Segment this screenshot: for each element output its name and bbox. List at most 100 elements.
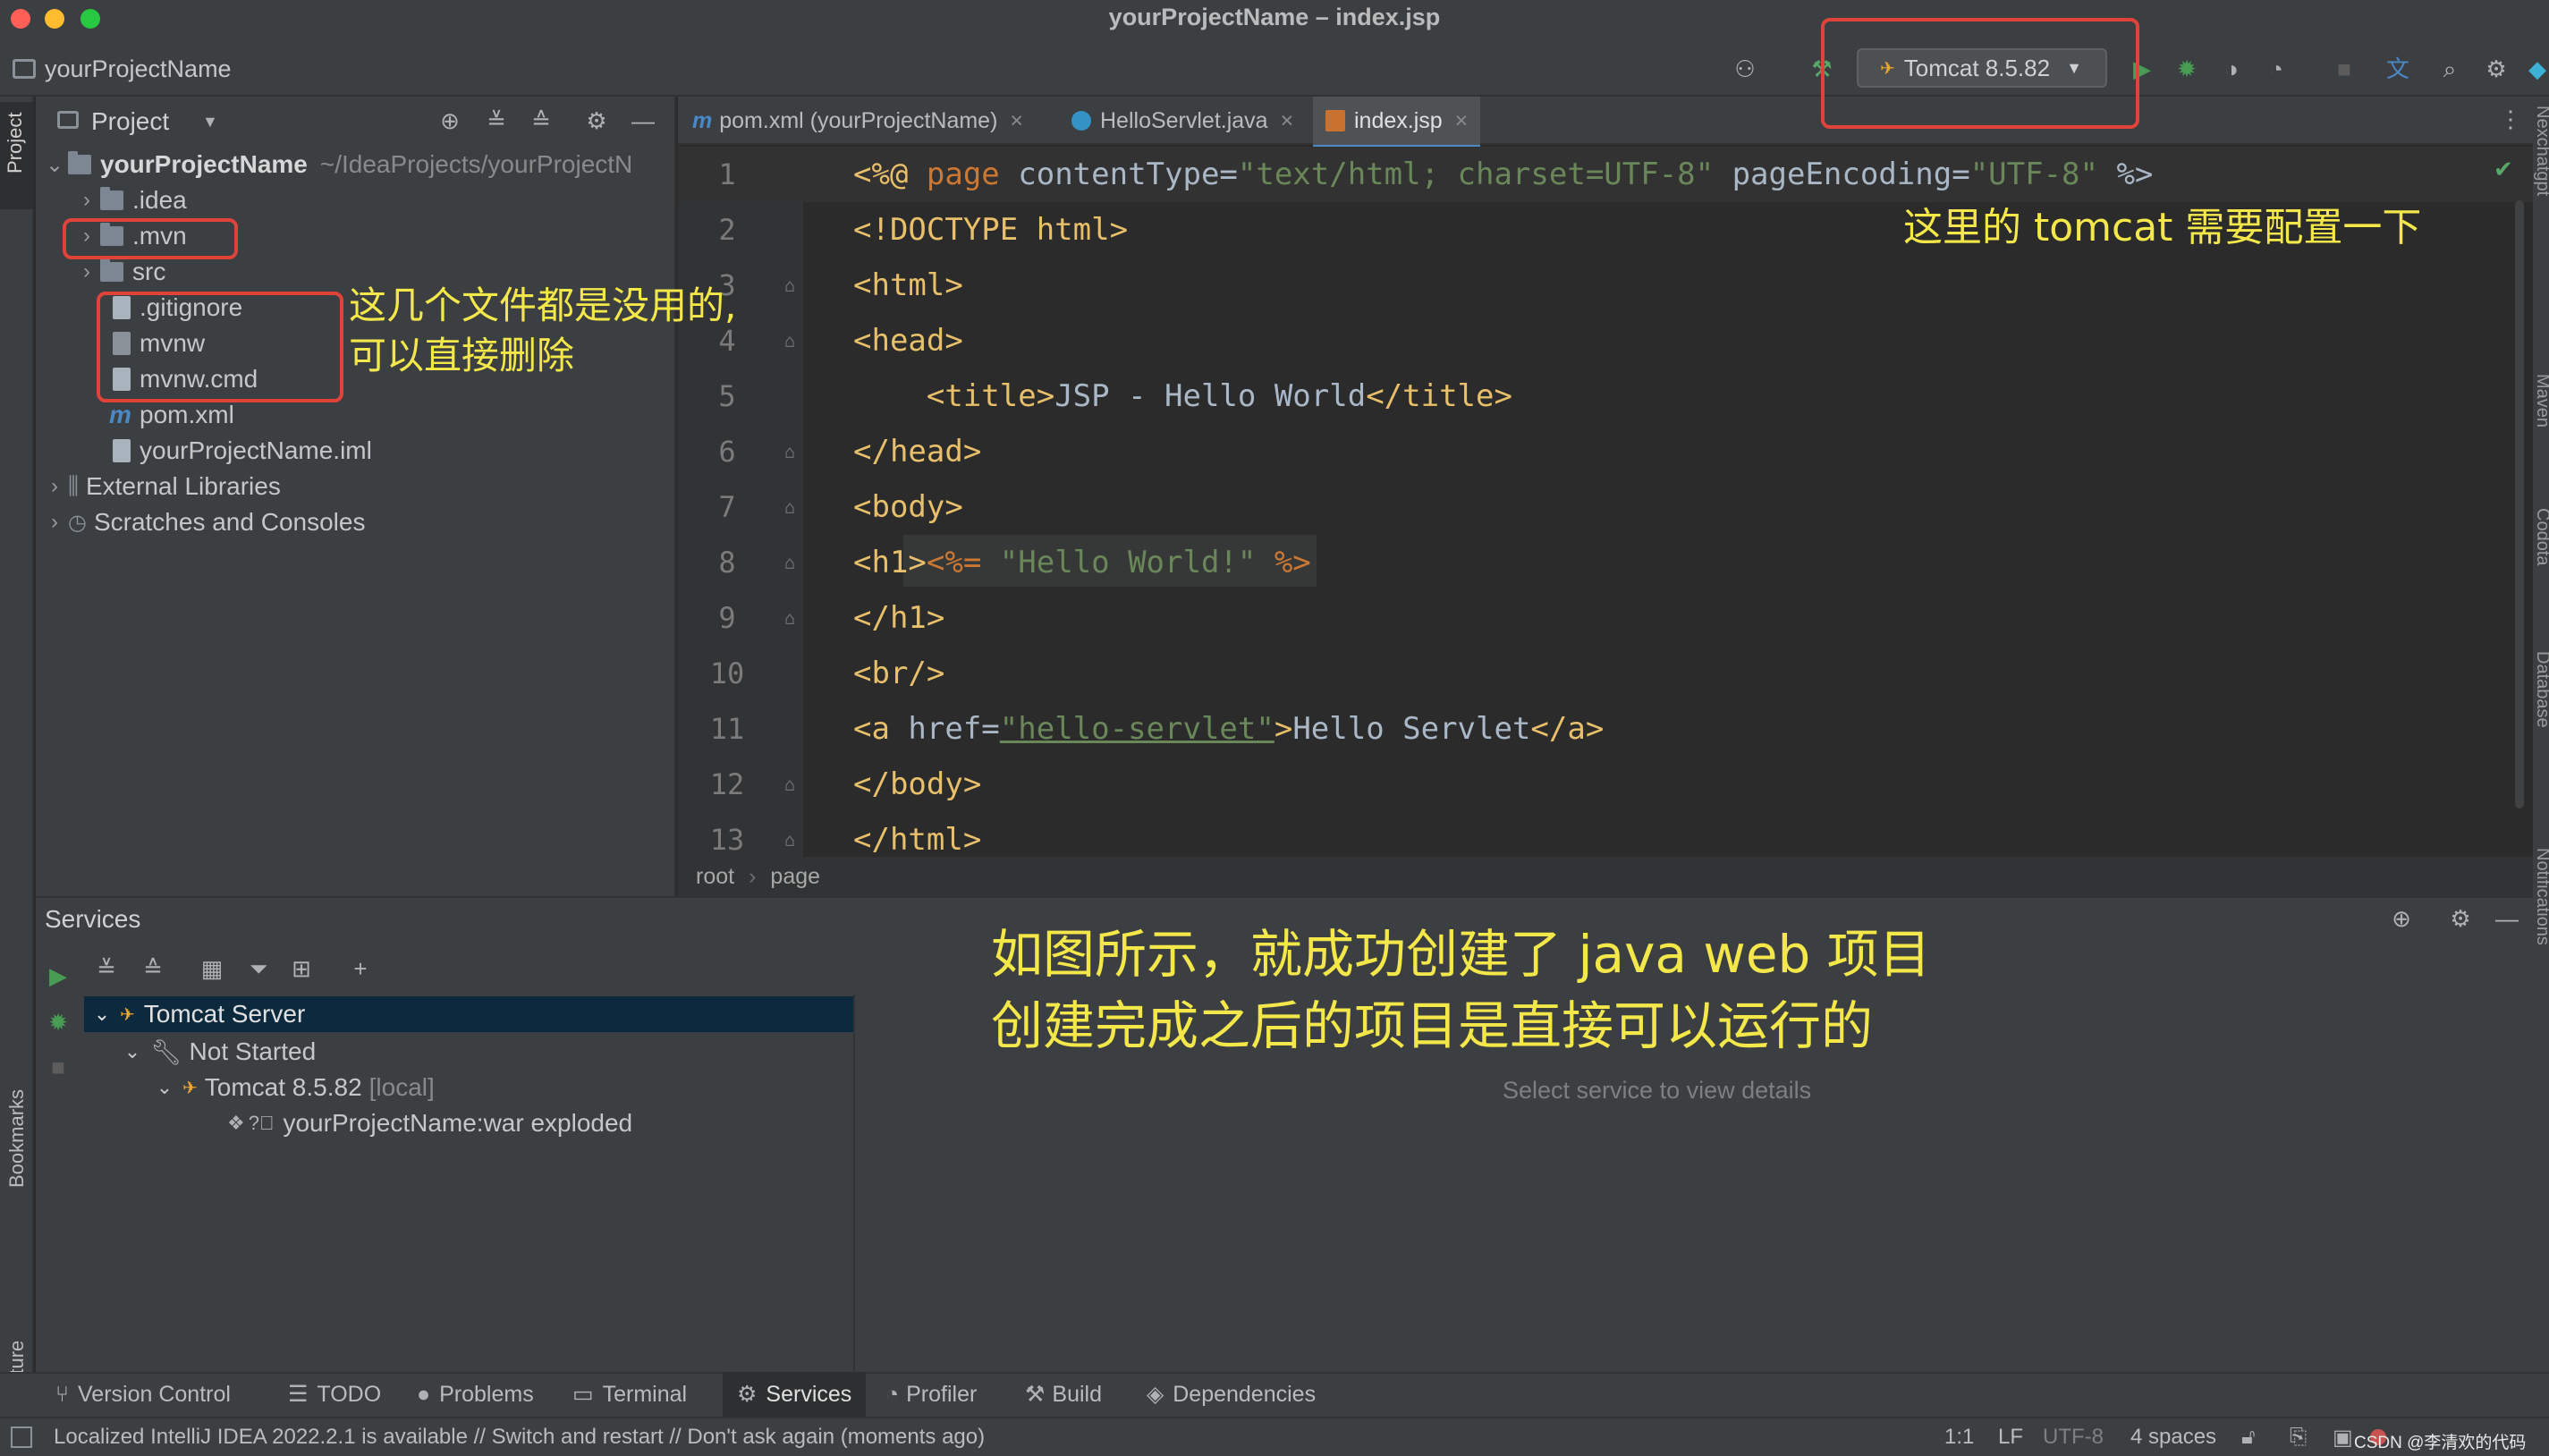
fold-marker-icon[interactable]: ⌂ (776, 829, 803, 851)
tree-item-src[interactable]: › src (73, 254, 165, 290)
hide-panel-icon[interactable]: — (630, 107, 656, 134)
code-line[interactable]: 13 ⌂ </html> (678, 812, 2511, 857)
services-settings-icon[interactable]: ⚙ (2447, 905, 2474, 932)
code-editor[interactable]: 1 <%@ page contentType="text/html; charse… (678, 147, 2533, 857)
code-line[interactable]: 3 ⌂ <html> (678, 258, 2511, 313)
bookmarks-tool-tab[interactable]: Bookmarks (5, 1089, 29, 1188)
group-by-icon[interactable]: ▦ (199, 955, 225, 982)
plugin-icon[interactable]: ◆ (2524, 55, 2549, 82)
line-number[interactable]: 5 (678, 379, 776, 413)
expand-all-icon[interactable]: ≚ (483, 107, 510, 134)
tab-build[interactable]: ⚒ Build (1025, 1372, 1102, 1417)
code-line[interactable]: 6 ⌂ </head> (678, 424, 2511, 479)
debug-icon[interactable]: ✹ (2173, 55, 2200, 82)
fold-marker-icon[interactable]: ⌂ (776, 774, 803, 795)
line-separator[interactable]: LF (1998, 1425, 2023, 1450)
code-line[interactable]: 12 ⌂ </body> (678, 757, 2511, 812)
tab-problems[interactable]: ● Problems (417, 1372, 534, 1417)
tree-item-idea[interactable]: › .idea (73, 182, 187, 218)
line-number[interactable]: 10 (678, 656, 776, 690)
line-number[interactable]: 9 (678, 601, 776, 635)
right-tool-tab-4[interactable]: Database (2533, 651, 2549, 728)
tab-index-jsp[interactable]: index.jsp × (1313, 97, 1481, 148)
project-tool-tab[interactable]: Project (0, 102, 34, 209)
expand-all-icon[interactable]: ≚ (93, 955, 120, 982)
right-tool-tab-5[interactable]: Notifications (2533, 848, 2549, 945)
fold-marker-icon[interactable]: ⌂ (776, 441, 803, 462)
line-number[interactable]: 13 (678, 823, 776, 857)
file-encoding[interactable]: UTF-8 (2043, 1425, 2104, 1450)
tab-profiler[interactable]: ◔ Profiler (885, 1372, 977, 1417)
fold-marker-icon[interactable]: ⌂ (776, 496, 803, 518)
line-number[interactable]: 2 (678, 213, 776, 247)
line-number[interactable]: 1 (678, 157, 776, 191)
new-tab-icon[interactable]: ⊞ (288, 955, 315, 982)
line-number[interactable]: 8 (678, 546, 776, 580)
right-tool-tab-3[interactable]: Codota (2533, 508, 2549, 566)
run-icon[interactable]: ▶ (45, 962, 72, 989)
settings-gear-icon[interactable]: ⚙ (2483, 55, 2510, 82)
service-row-artifact[interactable]: ❖ ?⃝ yourProjectName:war exploded (227, 1105, 632, 1141)
service-row-tomcat-server[interactable]: ⌄ ✈ Tomcat Server (84, 996, 853, 1032)
line-number[interactable]: 7 (678, 490, 776, 524)
chevron-down-icon[interactable]: ▼ (202, 113, 218, 131)
close-icon[interactable]: × (1010, 108, 1023, 134)
code-line[interactable]: 5 <title>JSP - Hello World</title> (678, 368, 2511, 424)
tab-services[interactable]: ⚙ Services (723, 1372, 867, 1417)
line-number[interactable]: 12 (678, 767, 776, 801)
locate-icon[interactable]: ⊕ (2388, 905, 2415, 932)
right-tool-tab-1[interactable]: Nexchatgpt (2533, 106, 2549, 196)
code-line[interactable]: 7 ⌂ <body> (678, 479, 2511, 535)
tab-version-control[interactable]: ⑂ Version Control (55, 1372, 231, 1417)
hide-services-icon[interactable]: — (2494, 905, 2520, 932)
tab-dependencies[interactable]: ◈ Dependencies (1147, 1372, 1316, 1417)
tree-item-pom[interactable]: m pom.xml (109, 397, 234, 433)
tree-item-iml[interactable]: yourProjectName.iml (113, 433, 372, 469)
fold-marker-icon[interactable]: ⌂ (776, 552, 803, 573)
account-icon[interactable]: ⚇ (1732, 55, 1758, 82)
add-service-icon[interactable]: + (347, 955, 374, 982)
close-icon[interactable]: × (1281, 108, 1294, 134)
stop-icon[interactable]: ■ (45, 1054, 72, 1080)
service-row-tomcat-local[interactable]: ⌄ ✈ Tomcat 8.5.82 [local] (147, 1070, 435, 1105)
more-tabs-icon[interactable]: ⋮ (2497, 106, 2524, 132)
stop-icon[interactable]: ■ (2331, 55, 2358, 82)
caret-position[interactable]: 1:1 (1944, 1425, 1974, 1450)
code-line[interactable]: 4 ⌂ <head> (678, 313, 2511, 368)
tree-root[interactable]: ⌄ yourProjectName ~/IdeaProjects/yourPro… (41, 147, 632, 182)
code-line[interactable]: 11 <a href="hello-servlet">Hello Servlet<… (678, 701, 2511, 757)
fold-marker-icon[interactable]: ⌂ (776, 330, 803, 351)
project-view-dropdown[interactable]: Project (91, 107, 169, 136)
panel-settings-icon[interactable]: ⚙ (583, 107, 610, 134)
collapse-all-icon[interactable]: ≙ (140, 955, 166, 982)
code-line[interactable]: 10 <br/> (678, 646, 2511, 701)
breadcrumb-root[interactable]: root (696, 864, 734, 890)
editor-scrollbar[interactable] (2515, 200, 2524, 808)
chevron-right-icon[interactable]: › (73, 188, 100, 213)
indent-setting[interactable]: 4 spaces (2130, 1425, 2216, 1450)
chevron-right-icon[interactable]: › (41, 510, 68, 535)
right-tool-tab-2[interactable]: Maven (2533, 374, 2549, 427)
tree-item-scratches[interactable]: › ◷ Scratches and Consoles (41, 504, 365, 540)
close-icon[interactable]: × (1455, 108, 1469, 134)
coverage-icon[interactable]: ◑ (2218, 55, 2245, 82)
fold-marker-icon[interactable]: ⌂ (776, 607, 803, 629)
chevron-down-icon[interactable]: ⌄ (84, 1003, 120, 1026)
chevron-down-icon[interactable]: ⌄ (147, 1076, 182, 1099)
chevron-down-icon[interactable]: ⌄ (41, 152, 68, 178)
git-icon[interactable]: ⎘ (2290, 1425, 2307, 1450)
tab-todo[interactable]: ☰ TODO (288, 1372, 381, 1417)
fold-marker-icon[interactable]: ⌂ (776, 275, 803, 296)
lock-icon[interactable]: 🔓︎ (2241, 1425, 2256, 1450)
locate-file-icon[interactable]: ⊕ (436, 107, 463, 134)
filter-icon[interactable]: ⏷ (245, 955, 272, 982)
tree-item-external-libraries[interactable]: › ⫼ External Libraries (41, 469, 281, 504)
search-icon[interactable]: ⌕ (2436, 55, 2463, 82)
toggle-tool-windows-icon[interactable] (11, 1426, 32, 1448)
line-number[interactable]: 6 (678, 435, 776, 469)
memory-icon[interactable]: ▣ (2333, 1425, 2353, 1451)
code-line[interactable]: 8 ⌂ <h1><%= "Hello World!" %> (678, 535, 2511, 590)
tab-terminal[interactable]: ▭ Terminal (572, 1372, 687, 1417)
profile-icon[interactable]: ◔ (2263, 55, 2290, 82)
chevron-down-icon[interactable]: ⌄ (114, 1040, 150, 1063)
